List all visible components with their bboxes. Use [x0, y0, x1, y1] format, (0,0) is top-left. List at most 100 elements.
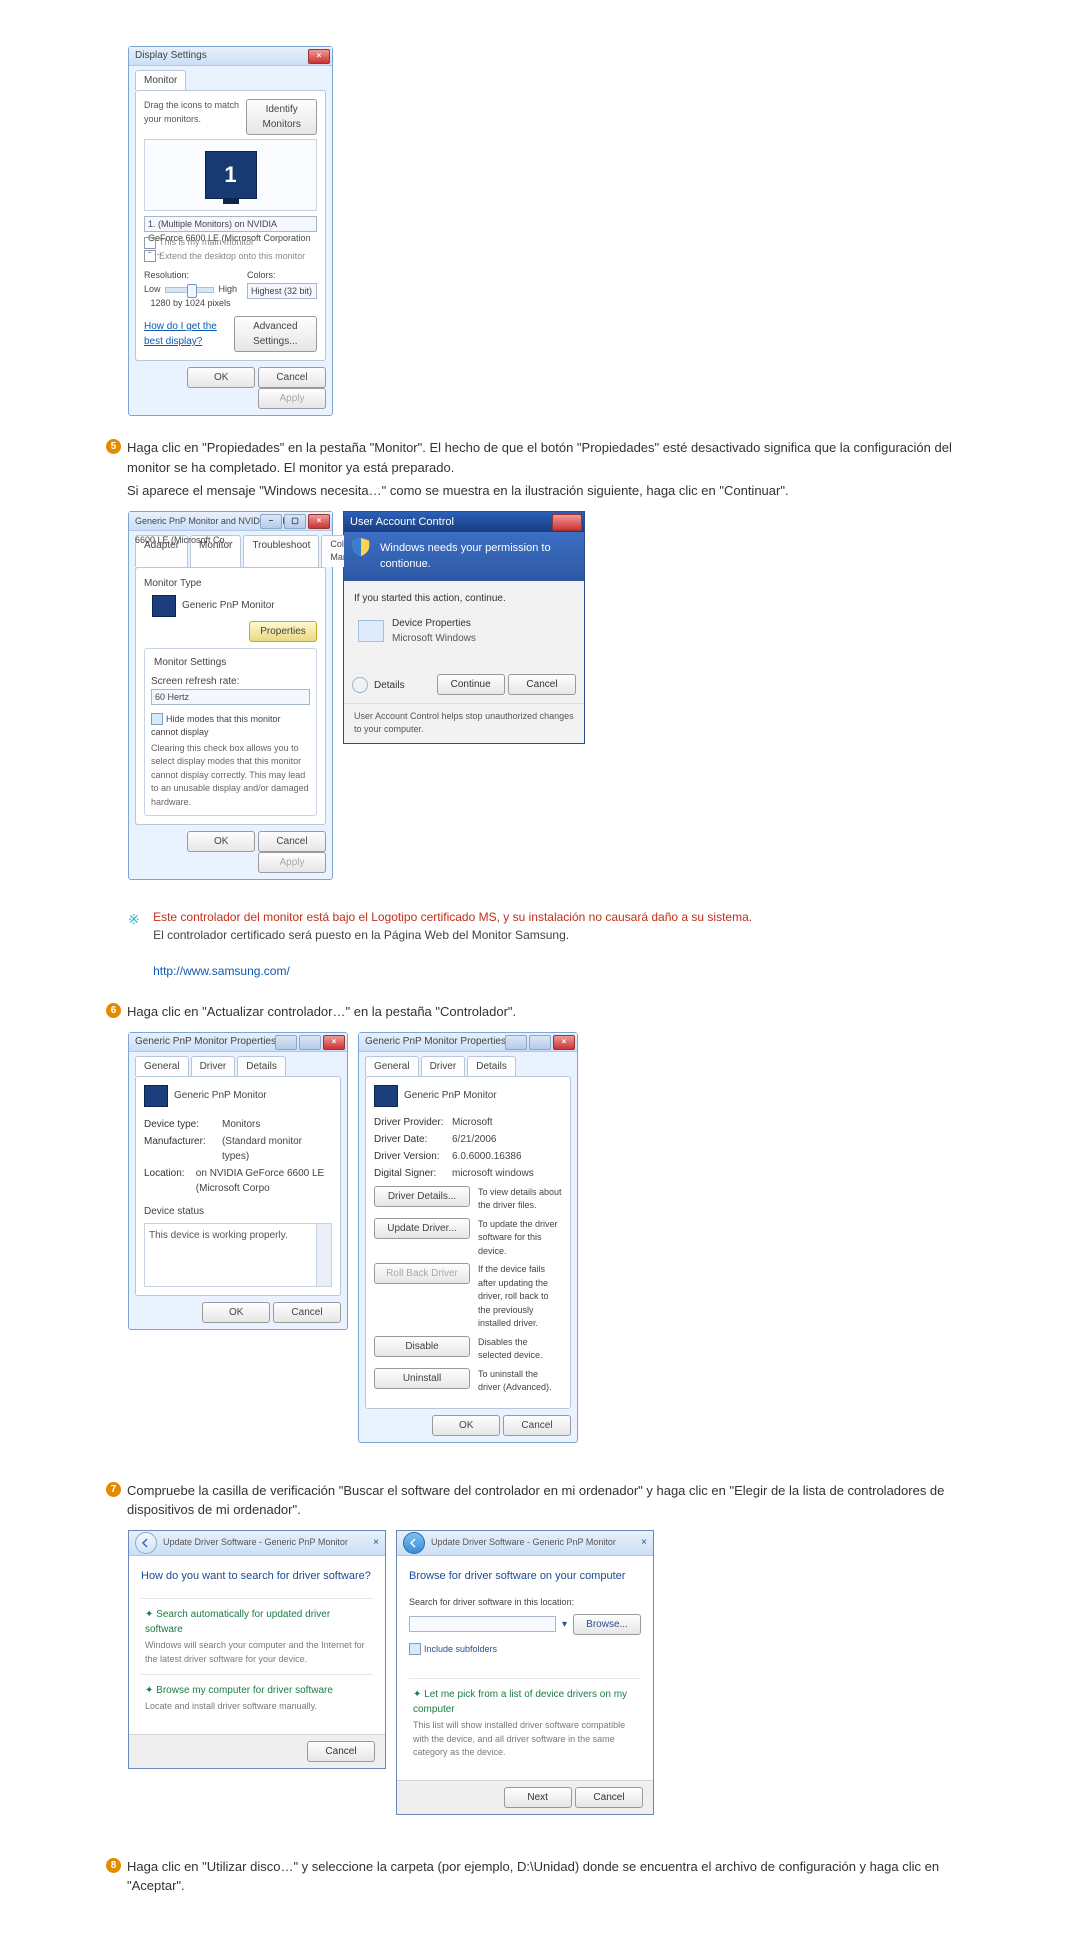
colors-select[interactable]: Highest (32 bit): [247, 283, 317, 299]
shield-icon: [350, 536, 372, 558]
browse-button[interactable]: Browse...: [573, 1614, 641, 1635]
step8-p1: Haga clic en "Utilizar disco…" y selecci…: [127, 1857, 974, 1896]
back-button[interactable]: [403, 1532, 425, 1554]
dd-label: Driver Date:: [374, 1132, 452, 1147]
wiz-option-pick[interactable]: ✦ Let me pick from a list of device driv…: [409, 1678, 641, 1768]
ok-button[interactable]: OK: [187, 367, 255, 388]
tab-driver[interactable]: Driver: [191, 1056, 236, 1076]
monitor-name: Generic PnP Monitor: [174, 1088, 267, 1103]
update-driver-button[interactable]: Update Driver...: [374, 1218, 470, 1239]
next-button[interactable]: Next: [504, 1787, 572, 1808]
step-marker: 6: [106, 1003, 121, 1018]
c-uninstall: To uninstall the driver (Advanced).: [478, 1368, 562, 1395]
cancel-button[interactable]: Cancel: [273, 1302, 341, 1323]
samsung-link[interactable]: http://www.samsung.com/: [153, 964, 290, 978]
cancel-button[interactable]: Cancel: [503, 1415, 571, 1436]
driver-details-button[interactable]: Driver Details...: [374, 1186, 470, 1207]
identify-monitors-button[interactable]: Identify Monitors: [246, 99, 317, 135]
path-select[interactable]: [409, 1616, 556, 1632]
disable-button[interactable]: Disable: [374, 1336, 470, 1357]
window-title: Generic PnP Monitor Properties: [135, 1036, 276, 1047]
dsig-value: microsoft windows: [452, 1166, 534, 1181]
monitor-name: Generic PnP Monitor: [182, 598, 275, 613]
wiz-option-browse[interactable]: ✦ Browse my computer for driver software…: [141, 1674, 373, 1722]
tab-general[interactable]: General: [365, 1056, 419, 1076]
fig-props-driver: Generic PnP Monitor Properties × General…: [358, 1032, 578, 1443]
apply-button[interactable]: Apply: [258, 388, 326, 409]
minimize-icon: –: [260, 514, 282, 529]
uninstall-button[interactable]: Uninstall: [374, 1368, 470, 1389]
monitor-icon: 1: [205, 151, 257, 199]
back-button[interactable]: [135, 1532, 157, 1554]
step-7: 7 Compruebe la casilla de verificación "…: [106, 1481, 974, 1524]
note: ※ Este controlador del monitor está bajo…: [128, 908, 974, 980]
dp-label: Driver Provider:: [374, 1115, 452, 1130]
fig-wizard-browse: Update Driver Software - Generic PnP Mon…: [396, 1530, 654, 1815]
resolution-slider[interactable]: [187, 284, 197, 298]
close-icon: ×: [553, 1035, 575, 1050]
ok-button[interactable]: OK: [202, 1302, 270, 1323]
cancel-button[interactable]: Cancel: [307, 1741, 375, 1762]
tab-details[interactable]: Details: [467, 1056, 516, 1076]
checkbox-icon[interactable]: [151, 713, 163, 725]
cancel-button[interactable]: Cancel: [575, 1787, 643, 1808]
checkbox-icon[interactable]: [409, 1643, 421, 1655]
uac-banner-text: Windows needs your permission to contion…: [380, 542, 551, 571]
cancel-button[interactable]: Cancel: [258, 831, 326, 852]
step-8: 8 Haga clic en "Utilizar disco…" y selec…: [106, 1857, 974, 1900]
device-status-box: This device is working properly.: [144, 1223, 332, 1287]
mf-label: Manufacturer:: [144, 1134, 222, 1164]
window-title: Display Settings: [135, 50, 207, 61]
monitor-settings-label: Monitor Settings: [151, 655, 229, 670]
tab-monitor[interactable]: Monitor: [135, 70, 186, 90]
advanced-settings-button[interactable]: Advanced Settings...: [234, 316, 317, 352]
continue-button[interactable]: Continue: [437, 674, 505, 695]
wiz-option-auto[interactable]: ✦ Search automatically for updated drive…: [141, 1598, 373, 1674]
cancel-button[interactable]: Cancel: [258, 367, 326, 388]
chk-main: This is my main monitor: [159, 237, 254, 247]
chevron-down-icon[interactable]: [352, 677, 368, 693]
step7-p1: Compruebe la casilla de verificación "Bu…: [127, 1481, 974, 1520]
close-icon: [552, 514, 582, 531]
device-status-value: This device is working properly.: [149, 1230, 288, 1241]
monitor-name: Generic PnP Monitor: [404, 1088, 497, 1103]
tab-details[interactable]: Details: [237, 1056, 286, 1076]
note-line2: El controlador certificado será puesto e…: [153, 928, 569, 942]
close-icon: ×: [323, 1035, 345, 1050]
drag-hint: Drag the icons to match your monitors.: [144, 99, 246, 126]
best-display-link[interactable]: How do I get the best display?: [144, 319, 234, 349]
properties-button[interactable]: Properties: [249, 621, 317, 642]
ok-button[interactable]: OK: [187, 831, 255, 852]
fig-wizard-search: Update Driver Software - Generic PnP Mon…: [128, 1530, 386, 1769]
note-icon: ※: [128, 909, 140, 930]
cancel-button[interactable]: Cancel: [508, 674, 576, 695]
step-marker: 8: [106, 1858, 121, 1873]
fig-uac-dialog: User Account Control Windows needs your …: [343, 511, 585, 744]
tab-driver[interactable]: Driver: [421, 1056, 466, 1076]
apply-button[interactable]: Apply: [258, 852, 326, 873]
uac-banner: Windows needs your permission to contion…: [344, 532, 584, 581]
rollback-button[interactable]: Roll Back Driver: [374, 1263, 470, 1284]
monitor-type-label: Monitor Type: [144, 576, 317, 591]
ok-button[interactable]: OK: [432, 1415, 500, 1436]
dt-label: Device type:: [144, 1117, 222, 1132]
scrollbar[interactable]: [316, 1224, 331, 1286]
refresh-rate-select[interactable]: 60 Hertz: [151, 689, 310, 705]
close-icon: ×: [308, 514, 330, 529]
include-subfolders: Include subfolders: [424, 1644, 497, 1654]
step-6: 6 Haga clic en "Actualizar controlador…"…: [106, 1002, 974, 1026]
monitor-select[interactable]: 1. (Multiple Monitors) on NVIDIA GeForce…: [144, 216, 317, 232]
tab-troubleshoot[interactable]: Troubleshoot: [243, 535, 319, 567]
dd-value: 6/21/2006: [452, 1132, 497, 1147]
note-line1: Este controlador del monitor está bajo e…: [153, 910, 752, 924]
maximize-icon: [529, 1035, 551, 1050]
tab-general[interactable]: General: [135, 1056, 189, 1076]
monitor-icon: [152, 595, 176, 617]
res-high: High: [218, 283, 237, 297]
uac-footer-text: User Account Control helps stop unauthor…: [344, 703, 584, 743]
close-icon: ×: [308, 49, 330, 64]
hide-modes-label: Hide modes that this monitor cannot disp…: [151, 714, 281, 738]
wiz-heading: How do you want to search for driver sof…: [141, 1568, 373, 1585]
hide-modes-desc: Clearing this check box allows you to se…: [151, 742, 310, 810]
uac-details[interactable]: Details: [374, 680, 405, 691]
